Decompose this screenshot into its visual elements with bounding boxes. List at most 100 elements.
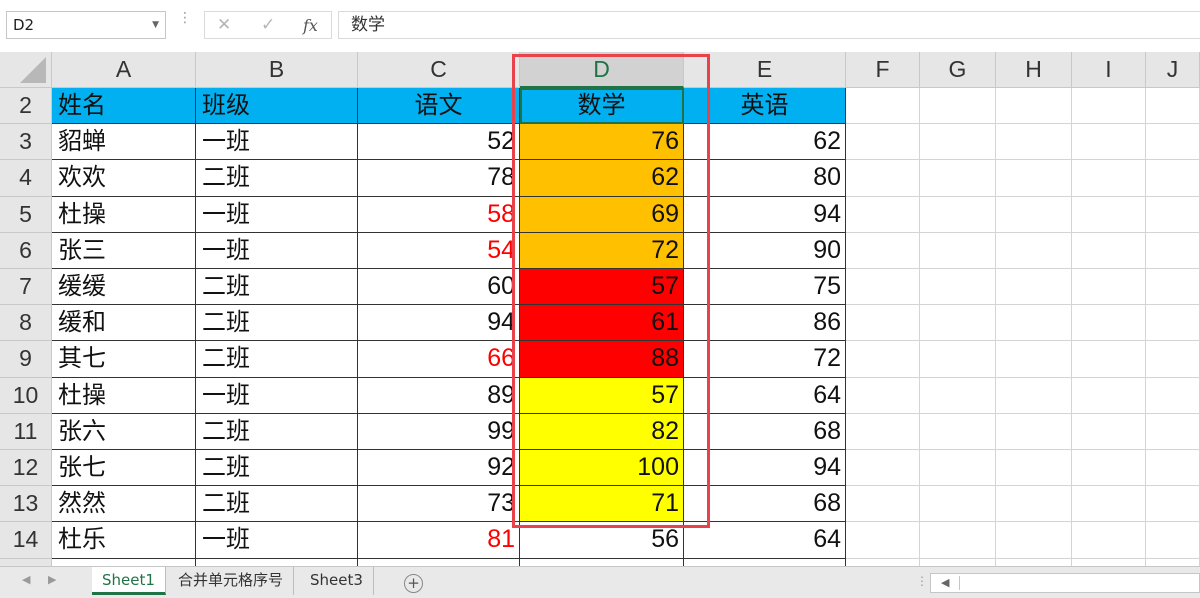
cell-name[interactable]: 貂蝉 xyxy=(52,124,196,161)
cell-english[interactable]: 68 xyxy=(684,413,846,450)
empty-cell[interactable] xyxy=(1072,522,1146,559)
add-sheet-icon[interactable]: + xyxy=(404,574,423,593)
empty-cell[interactable] xyxy=(846,196,920,233)
empty-cell[interactable] xyxy=(920,450,996,487)
column-header-b[interactable]: B xyxy=(196,52,358,88)
empty-cell[interactable] xyxy=(846,305,920,342)
column-header-i[interactable]: I xyxy=(1072,52,1146,88)
empty-cell[interactable] xyxy=(1146,124,1200,161)
cell-class[interactable]: 二班 xyxy=(196,450,358,487)
cell-name[interactable]: 张七 xyxy=(52,450,196,487)
empty-cell[interactable] xyxy=(1072,486,1146,523)
empty-cell[interactable] xyxy=(920,269,996,306)
cell-class[interactable]: 一班 xyxy=(196,522,358,559)
empty-cell[interactable] xyxy=(1146,269,1200,306)
empty-cell[interactable] xyxy=(846,413,920,450)
header-cell-chinese[interactable]: 语文 xyxy=(358,88,520,125)
empty-cell[interactable] xyxy=(1072,124,1146,161)
empty-cell[interactable] xyxy=(1146,413,1200,450)
empty-cell[interactable] xyxy=(846,88,920,125)
cell-class[interactable]: 二班 xyxy=(196,305,358,342)
header-cell-class[interactable]: 班级 xyxy=(196,88,358,125)
empty-cell[interactable] xyxy=(1146,522,1200,559)
cell-class[interactable]: 二班 xyxy=(196,341,358,378)
cell-class[interactable]: 二班 xyxy=(196,160,358,197)
empty-cell[interactable] xyxy=(846,341,920,378)
empty-cell[interactable] xyxy=(1146,377,1200,414)
horizontal-scrollbar[interactable]: ◀ xyxy=(930,573,1200,593)
cell-name[interactable]: 缓缓 xyxy=(52,269,196,306)
enter-icon[interactable]: ✓ xyxy=(261,15,275,35)
cell-class[interactable]: 一班 xyxy=(196,196,358,233)
formula-input[interactable]: 数学 xyxy=(338,11,1200,39)
cell-math[interactable]: 76 xyxy=(520,124,684,161)
empty-cell[interactable] xyxy=(996,450,1072,487)
cell-math[interactable]: 62 xyxy=(520,160,684,197)
cell-chinese[interactable]: 60 xyxy=(358,269,520,306)
cell-math[interactable]: 56 xyxy=(520,522,684,559)
row-header-14[interactable]: 14 xyxy=(0,522,52,559)
empty-cell[interactable] xyxy=(846,124,920,161)
cell-english[interactable]: 94 xyxy=(684,450,846,487)
header-cell-name[interactable]: 姓名 xyxy=(52,88,196,125)
header-cell-english[interactable]: 英语 xyxy=(684,88,846,125)
cell-chinese[interactable]: 94 xyxy=(358,305,520,342)
column-header-h[interactable]: H xyxy=(996,52,1072,88)
cell-name[interactable]: 欢欢 xyxy=(52,160,196,197)
column-header-c[interactable]: C xyxy=(358,52,520,88)
empty-cell[interactable] xyxy=(920,88,996,125)
column-header-d[interactable]: D xyxy=(520,52,684,88)
empty-cell[interactable] xyxy=(996,232,1072,269)
cell-chinese[interactable]: 54 xyxy=(358,232,520,269)
empty-cell[interactable] xyxy=(920,305,996,342)
cell-name[interactable]: 缓和 xyxy=(52,305,196,342)
empty-cell[interactable] xyxy=(920,124,996,161)
empty-cell[interactable] xyxy=(1072,305,1146,342)
chevron-down-icon[interactable]: ▼ xyxy=(152,12,159,38)
empty-cell[interactable] xyxy=(846,232,920,269)
cell-math[interactable]: 57 xyxy=(520,377,684,414)
empty-cell[interactable] xyxy=(1072,160,1146,197)
cell-class[interactable]: 二班 xyxy=(196,413,358,450)
column-header-g[interactable]: G xyxy=(920,52,996,88)
row-header-10[interactable]: 10 xyxy=(0,377,52,414)
sheet-tab-1[interactable]: Sheet1 xyxy=(92,567,166,595)
cell-english[interactable]: 90 xyxy=(684,232,846,269)
split-handle-icon[interactable]: ⋮ xyxy=(916,574,928,588)
empty-cell[interactable] xyxy=(846,486,920,523)
cell-math[interactable]: 61 xyxy=(520,305,684,342)
select-all-corner[interactable] xyxy=(0,52,52,88)
empty-cell[interactable] xyxy=(1072,88,1146,125)
row-header-8[interactable]: 8 xyxy=(0,305,52,342)
column-header-a[interactable]: A xyxy=(52,52,196,88)
empty-cell[interactable] xyxy=(1072,377,1146,414)
cell-chinese[interactable]: 99 xyxy=(358,413,520,450)
empty-cell[interactable] xyxy=(1146,341,1200,378)
empty-cell[interactable] xyxy=(920,341,996,378)
cell-english[interactable]: 80 xyxy=(684,160,846,197)
empty-cell[interactable] xyxy=(920,377,996,414)
empty-cell[interactable] xyxy=(996,88,1072,125)
empty-cell[interactable] xyxy=(920,160,996,197)
empty-cell[interactable] xyxy=(1072,450,1146,487)
empty-cell[interactable] xyxy=(1146,88,1200,125)
cell-english[interactable]: 64 xyxy=(684,377,846,414)
empty-cell[interactable] xyxy=(846,377,920,414)
empty-cell[interactable] xyxy=(1146,486,1200,523)
insert-function-icon[interactable]: fx xyxy=(303,16,318,35)
cell-math[interactable]: 88 xyxy=(520,341,684,378)
cell-math[interactable]: 71 xyxy=(520,486,684,523)
empty-cell[interactable] xyxy=(1146,232,1200,269)
row-header-4[interactable]: 4 xyxy=(0,160,52,197)
empty-cell[interactable] xyxy=(1072,413,1146,450)
empty-cell[interactable] xyxy=(846,522,920,559)
cell-chinese[interactable]: 92 xyxy=(358,450,520,487)
empty-cell[interactable] xyxy=(920,413,996,450)
empty-cell[interactable] xyxy=(1072,232,1146,269)
cell-class[interactable]: 一班 xyxy=(196,377,358,414)
cell-math[interactable]: 72 xyxy=(520,232,684,269)
drag-handle-icon[interactable]: ⋮ xyxy=(178,11,192,25)
cell-class[interactable]: 二班 xyxy=(196,269,358,306)
row-header-2[interactable]: 2 xyxy=(0,88,52,125)
empty-cell[interactable] xyxy=(996,341,1072,378)
